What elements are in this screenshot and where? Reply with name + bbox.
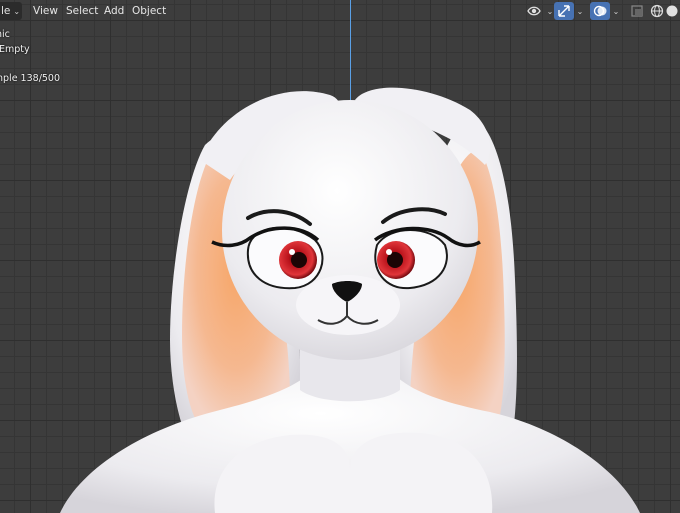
menu-view[interactable]: View	[27, 2, 64, 20]
mode-dropdown[interactable]: le ⌄	[0, 2, 22, 20]
render-engine-label: hic	[0, 29, 10, 40]
viewport-header: le ⌄ View Select Add Object ⌄ ⌄ ⌄	[0, 0, 680, 22]
eye-visibility-icon[interactable]	[524, 2, 544, 20]
render-sample-count: nple 138/500	[0, 73, 61, 84]
chevron-down-icon[interactable]: ⌄	[574, 2, 586, 20]
chevron-down-icon[interactable]: ⌄	[610, 2, 622, 20]
menu-object[interactable]: Object	[126, 2, 172, 20]
solid-shading-icon[interactable]	[664, 2, 680, 20]
rendered-character	[60, 87, 640, 513]
gizmo-arrow-icon[interactable]	[554, 2, 574, 20]
active-object-label: Empty	[0, 44, 30, 55]
chevron-down-icon: ⌄	[13, 6, 21, 16]
xray-toggle-icon[interactable]	[627, 2, 647, 20]
mode-label: le	[1, 5, 11, 17]
3d-viewport[interactable]: hic Empty nple 138/500	[0, 0, 680, 513]
overlays-icon[interactable]	[590, 2, 610, 20]
